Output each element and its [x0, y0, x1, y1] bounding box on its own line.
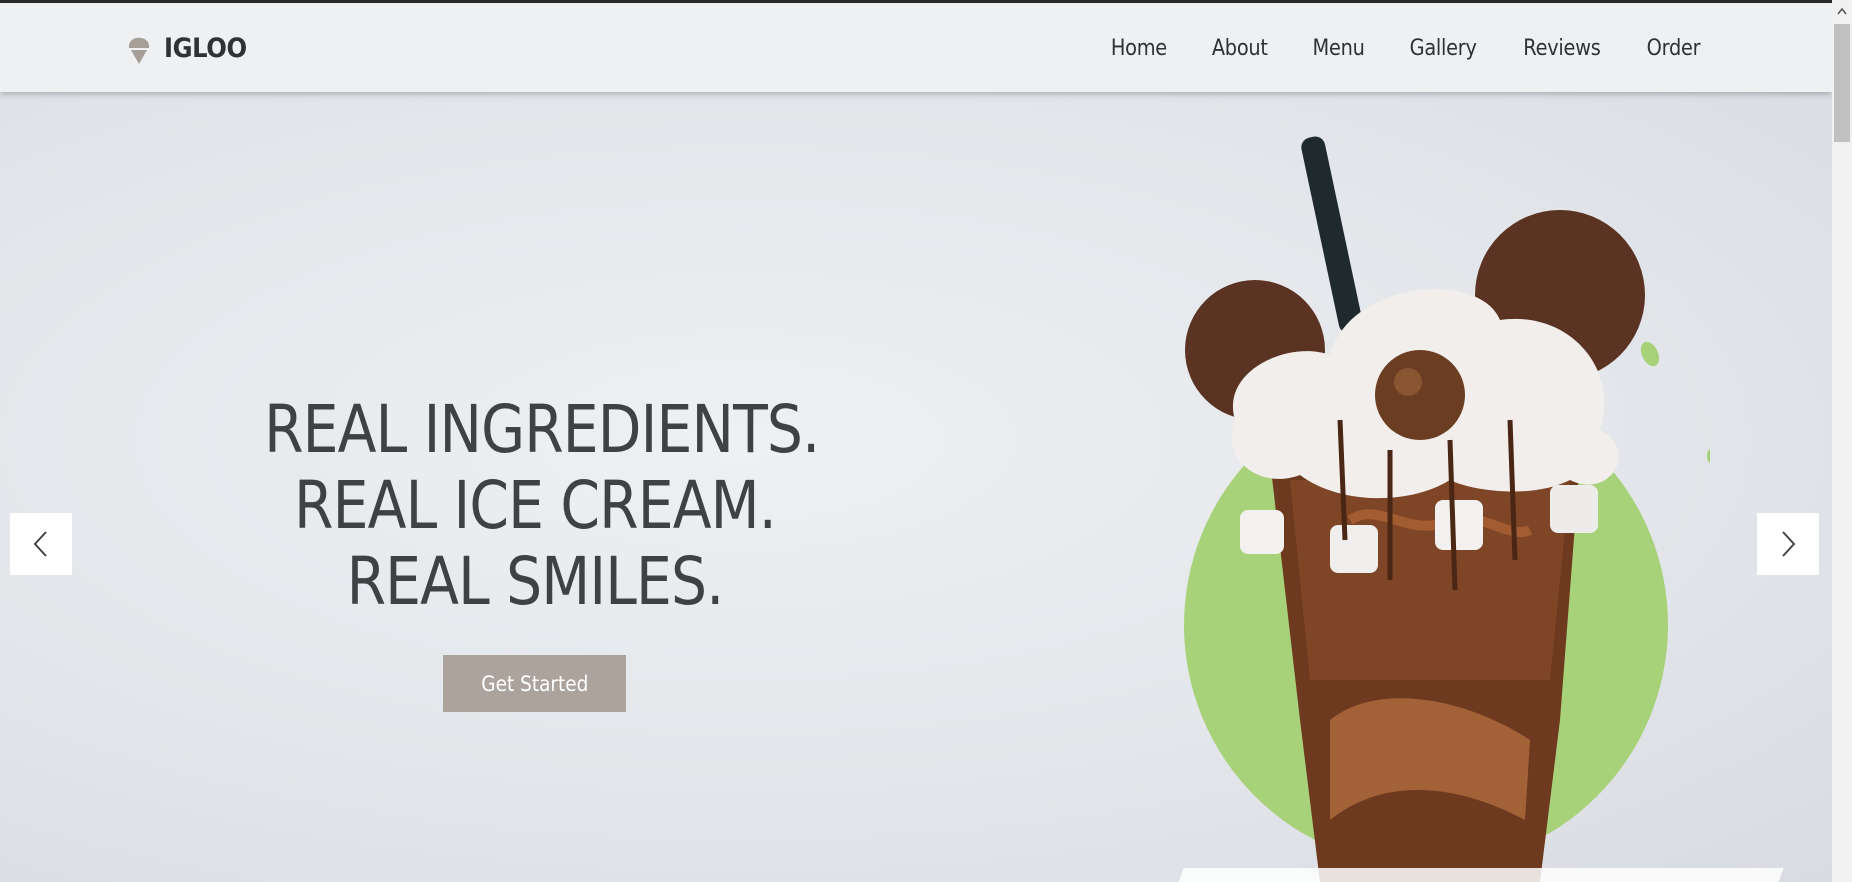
nav-menu-link[interactable]: Menu — [1312, 36, 1364, 61]
nav-gallery-link[interactable]: Gallery — [1409, 36, 1476, 61]
vertical-scrollbar[interactable] — [1832, 0, 1852, 882]
navbar: IGLOO Home About Menu Gallery Reviews Or… — [0, 3, 1832, 92]
hero-headline: REAL INGREDIENTS. REAL ICE CREAM. REAL S… — [220, 392, 850, 620]
brand-logo[interactable]: IGLOO — [126, 31, 256, 65]
headline-line-2: REAL ICE CREAM. — [294, 467, 777, 544]
landing-page: IGLOO Home About Menu Gallery Reviews Or… — [0, 0, 1852, 882]
nav-reviews-link[interactable]: Reviews — [1523, 36, 1601, 61]
bottom-decorative-shape — [1176, 868, 1784, 882]
headline-line-3: REAL SMILES. — [346, 543, 725, 620]
chevron-left-icon — [33, 531, 47, 557]
carousel-prev-button[interactable] — [10, 513, 72, 575]
scrollbar-thumb[interactable] — [1834, 24, 1850, 142]
nav-order-link[interactable]: Order — [1647, 36, 1701, 61]
headline-line-1: REAL INGREDIENTS. — [264, 391, 820, 468]
get-started-button[interactable]: Get Started — [443, 655, 626, 712]
nav-home-link[interactable]: Home — [1111, 36, 1167, 61]
chevron-right-icon — [1782, 531, 1796, 557]
main-nav: Home About Menu Gallery Reviews Order — [1070, 36, 1704, 61]
nav-about-link[interactable]: About — [1212, 36, 1268, 61]
ice-cream-cone-icon — [126, 31, 152, 65]
scroll-up-arrow-icon[interactable] — [1832, 2, 1852, 20]
get-started-label: Get Started — [480, 671, 589, 696]
brand-name: IGLOO — [164, 32, 247, 64]
chocolate-milkshake-image — [1184, 136, 1710, 882]
carousel-next-button[interactable] — [1757, 513, 1819, 575]
